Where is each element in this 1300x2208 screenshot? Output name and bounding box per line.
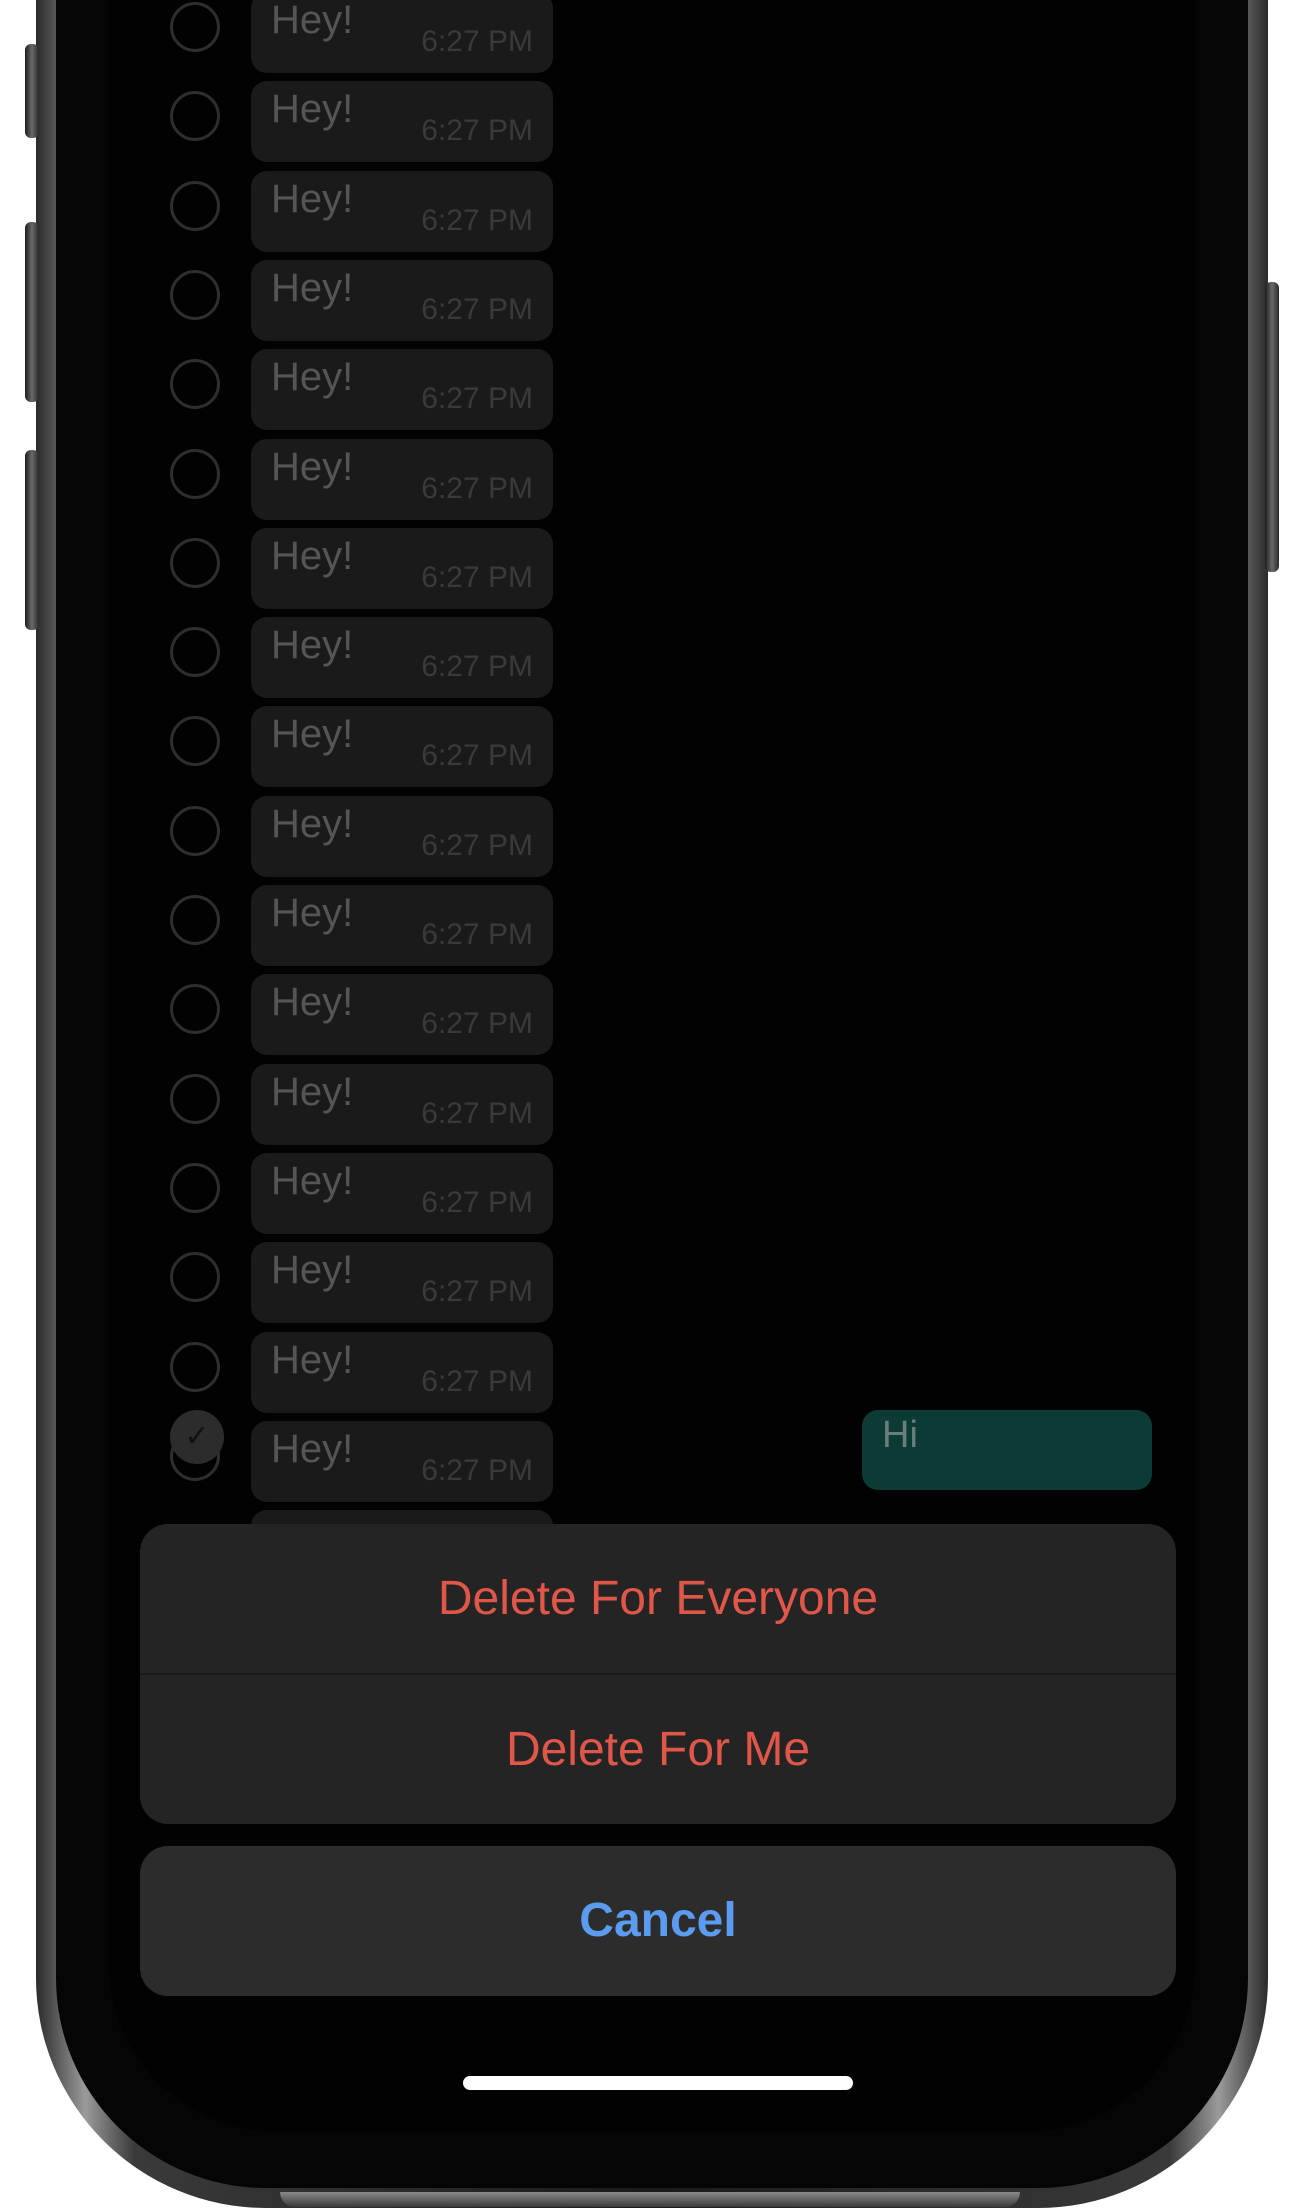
message-timestamp: 6:27 PM xyxy=(421,828,533,862)
select-circle-icon[interactable] xyxy=(170,269,220,320)
message-timestamp: 6:27 PM xyxy=(421,114,533,148)
message-text: Hey! xyxy=(271,533,354,578)
message-timestamp: 6:27 PM xyxy=(421,739,533,773)
message-row-partial: ✓ Hi xyxy=(108,1410,1196,1520)
incoming-message-bubble[interactable]: Hey! 6:27 PM xyxy=(251,974,553,1056)
message-text: Hi xyxy=(882,1414,918,1456)
message-timestamp: 6:27 PM xyxy=(421,650,533,684)
incoming-message-bubble[interactable]: Hey! 6:27 PM xyxy=(251,0,553,73)
incoming-message-bubble[interactable]: Hey! 6:27 PM xyxy=(251,1331,553,1413)
message-row[interactable]: Hey! 6:27 PM xyxy=(108,438,708,523)
message-timestamp: 6:27 PM xyxy=(421,471,533,505)
message-row[interactable]: Hey! 6:27 PM xyxy=(108,170,708,255)
home-indicator[interactable] xyxy=(463,2076,853,2090)
message-row[interactable]: Hey! 6:27 PM xyxy=(108,974,708,1058)
message-text: Hey! xyxy=(271,712,354,757)
message-text: Hey! xyxy=(271,444,354,489)
message-timestamp: 6:27 PM xyxy=(421,1096,533,1130)
message-row[interactable]: Hey! 6:27 PM xyxy=(108,0,708,76)
select-circle-icon[interactable] xyxy=(170,895,220,945)
message-text: Hey! xyxy=(271,87,354,132)
select-circle-icon[interactable] xyxy=(170,2,220,52)
message-timestamp: 6:27 PM xyxy=(421,292,533,326)
message-timestamp: 6:27 PM xyxy=(421,382,533,416)
message-row[interactable]: Hey! 6:27 PM xyxy=(108,706,708,790)
incoming-message-bubble[interactable]: Hey! 6:27 PM xyxy=(251,795,553,877)
message-row[interactable]: Hey! 6:27 PM xyxy=(108,259,708,344)
message-row[interactable]: Hey! 6:27 PM xyxy=(108,527,708,612)
message-row[interactable]: Hey! 6:27 PM xyxy=(108,795,708,880)
select-circle-icon[interactable] xyxy=(170,1252,220,1303)
action-sheet: Delete For Everyone Delete For Me xyxy=(140,1524,1176,1824)
message-timestamp: 6:27 PM xyxy=(421,1185,533,1219)
message-text: Hey! xyxy=(271,980,354,1025)
incoming-message-bubble[interactable]: Hey! 6:27 PM xyxy=(251,617,553,699)
outgoing-message-bubble[interactable]: Hi xyxy=(862,1410,1152,1490)
incoming-message-bubble[interactable]: Hey! 6:27 PM xyxy=(251,81,553,163)
message-timestamp: 6:27 PM xyxy=(421,1275,533,1309)
message-text: Hey! xyxy=(271,1069,354,1114)
incoming-message-bubble[interactable]: Hey! 6:27 PM xyxy=(251,438,553,520)
message-text: Hey! xyxy=(271,1158,354,1203)
select-circle-icon[interactable] xyxy=(170,359,220,410)
message-timestamp: 6:27 PM xyxy=(421,560,533,594)
message-row[interactable]: Hey! 6:27 PM xyxy=(108,885,708,969)
volume-up-button xyxy=(25,222,39,402)
volume-down-button xyxy=(25,450,39,630)
select-circle-icon[interactable] xyxy=(170,537,220,588)
message-text: Hey! xyxy=(271,176,354,221)
incoming-message-bubble[interactable]: Hey! 6:27 PM xyxy=(251,1152,553,1234)
delete-for-me-button[interactable]: Delete For Me xyxy=(140,1675,1176,1824)
message-timestamp: 6:27 PM xyxy=(421,1364,533,1398)
select-circle-icon[interactable] xyxy=(170,448,220,499)
message-text: Hey! xyxy=(271,1248,354,1293)
select-circle-icon[interactable] xyxy=(170,805,220,856)
message-text: Hey! xyxy=(271,623,354,668)
select-circle-icon[interactable] xyxy=(170,984,220,1035)
incoming-message-bubble[interactable]: Hey! 6:27 PM xyxy=(251,885,553,966)
message-row[interactable]: Hey! 6:27 PM xyxy=(108,81,708,165)
incoming-message-bubble[interactable]: Hey! 6:27 PM xyxy=(251,259,553,341)
incoming-message-bubble[interactable]: Hey! 6:27 PM xyxy=(251,170,553,252)
message-timestamp: 6:27 PM xyxy=(421,25,533,58)
selected-checkmark-icon[interactable]: ✓ xyxy=(170,1410,224,1464)
message-row[interactable]: Hey! 6:27 PM xyxy=(108,1331,708,1416)
delete-for-everyone-button[interactable]: Delete For Everyone xyxy=(140,1524,1176,1673)
incoming-message-bubble[interactable]: Hey! 6:27 PM xyxy=(251,349,553,431)
message-text: Hey! xyxy=(271,1337,354,1382)
message-row[interactable]: Hey! 6:27 PM xyxy=(108,1152,708,1237)
phone-bottom-edge xyxy=(280,2192,1020,2207)
select-circle-icon[interactable] xyxy=(170,1341,220,1392)
message-row[interactable]: Hey! 6:27 PM xyxy=(108,1063,708,1148)
select-circle-icon[interactable] xyxy=(170,1073,220,1124)
message-text: Hey! xyxy=(271,355,354,400)
select-circle-icon[interactable] xyxy=(170,180,220,231)
incoming-message-bubble[interactable]: Hey! 6:27 PM xyxy=(251,527,553,609)
message-text: Hey! xyxy=(271,0,354,42)
message-row[interactable]: Hey! 6:27 PM xyxy=(108,1242,708,1326)
message-row[interactable]: Hey! 6:27 PM xyxy=(108,617,708,701)
message-timestamp: 6:27 PM xyxy=(421,1007,533,1041)
message-row[interactable]: Hey! 6:27 PM xyxy=(108,349,708,433)
side-button xyxy=(1265,282,1279,572)
select-circle-icon[interactable] xyxy=(170,716,220,767)
mute-switch xyxy=(25,44,39,138)
message-text: Hey! xyxy=(271,801,354,846)
message-timestamp: 6:27 PM xyxy=(421,918,533,951)
message-text: Hey! xyxy=(271,265,354,310)
select-circle-icon[interactable] xyxy=(170,1162,220,1213)
message-text: Hey! xyxy=(271,891,354,935)
incoming-message-bubble[interactable]: Hey! 6:27 PM xyxy=(251,1242,553,1324)
select-circle-icon[interactable] xyxy=(170,91,220,142)
message-timestamp: 6:27 PM xyxy=(421,203,533,237)
incoming-message-bubble[interactable]: Hey! 6:27 PM xyxy=(251,706,553,788)
select-circle-icon[interactable] xyxy=(170,627,220,678)
cancel-button[interactable]: Cancel xyxy=(140,1846,1176,1996)
incoming-message-bubble[interactable]: Hey! 6:27 PM xyxy=(251,1063,553,1145)
